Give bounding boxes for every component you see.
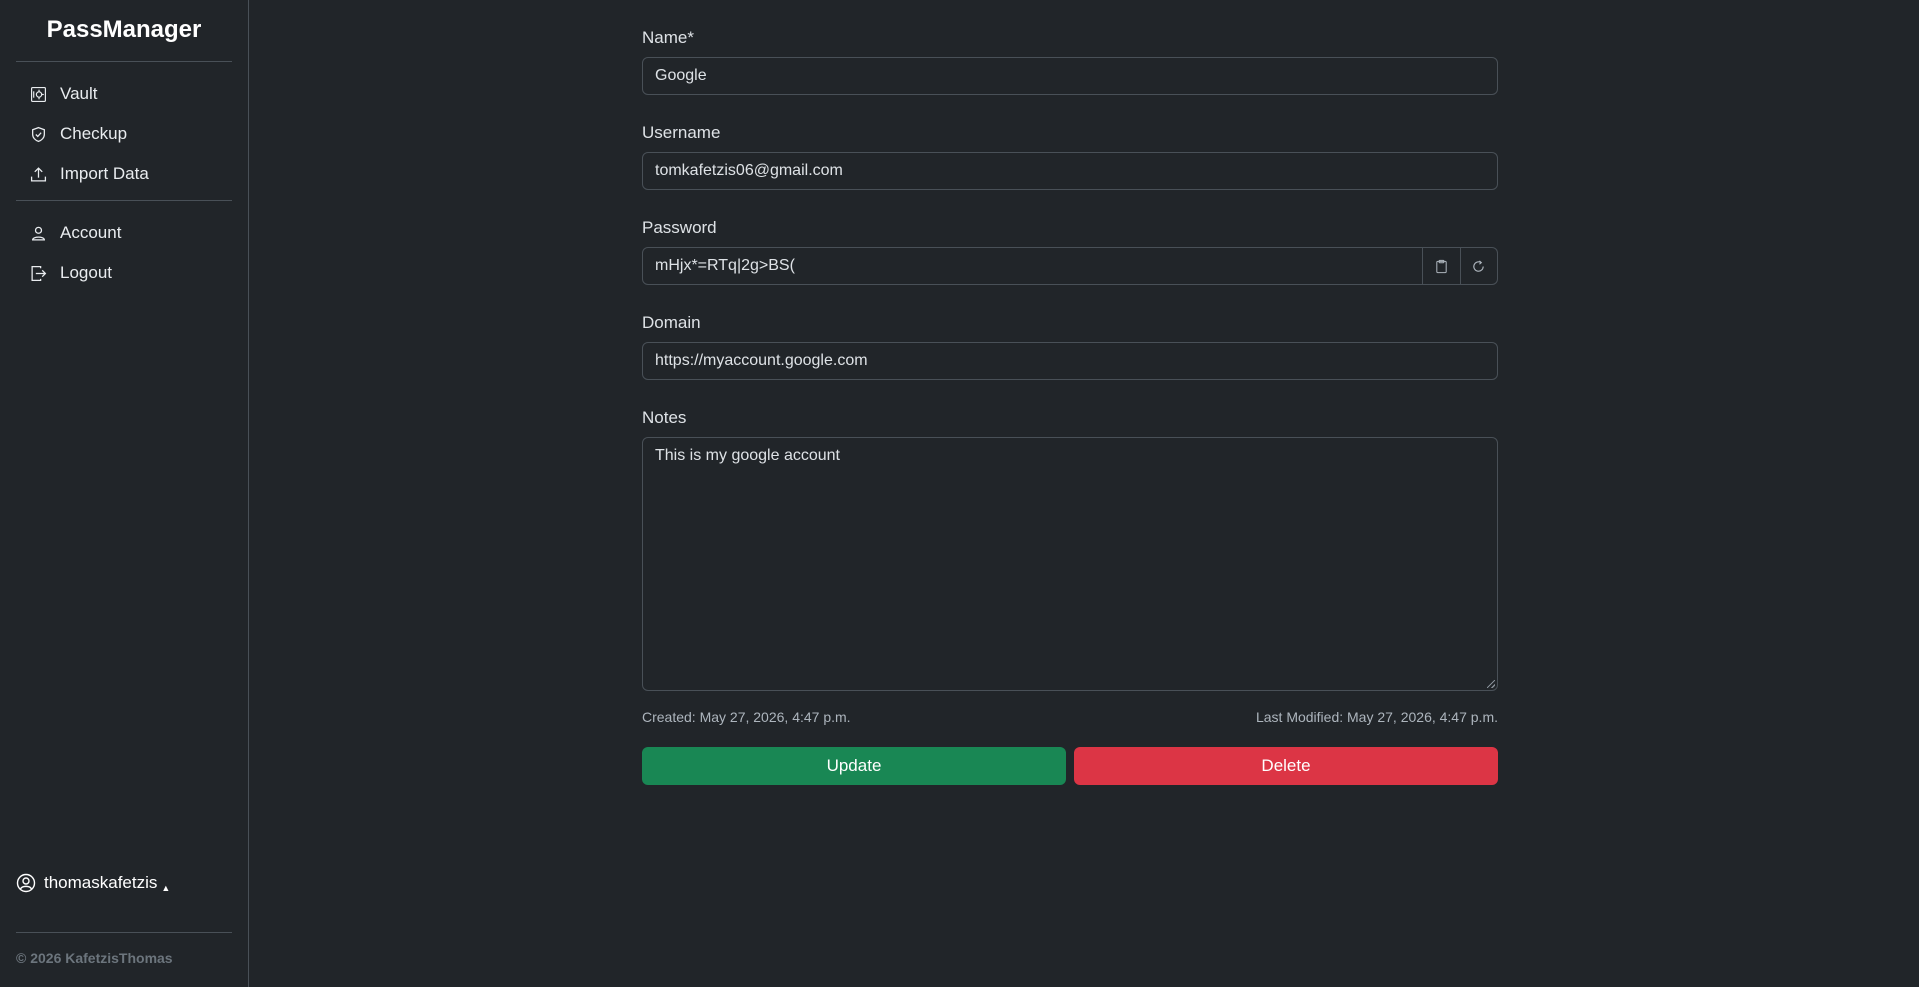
sidebar-nav: Vault Checkup Import Data <box>16 62 232 200</box>
caret-up-icon: ▲ <box>161 883 171 893</box>
generate-password-button[interactable] <box>1460 247 1498 285</box>
notes-label: Notes <box>642 408 687 427</box>
clipboard-icon <box>1434 259 1449 274</box>
main-content: Name* Google Username tomkafetzis06@gmai… <box>249 0 1919 987</box>
refresh-icon <box>1471 259 1486 274</box>
safe-icon <box>30 86 47 103</box>
timestamps: Created: May 27, 2026, 4:47 p.m. Last Mo… <box>642 709 1498 727</box>
notes-textarea[interactable]: This is my google account <box>642 437 1498 691</box>
user-circle-icon <box>16 873 36 893</box>
domain-input[interactable]: https://myaccount.google.com <box>642 342 1498 380</box>
username-field-label: Username <box>642 123 721 142</box>
sidebar-item-label: Vault <box>60 84 98 103</box>
brand-title: PassManager <box>16 0 232 62</box>
password-entry-form: Name* Google Username tomkafetzis06@gmai… <box>642 28 1498 785</box>
sidebar-item-import-data[interactable]: Import Data <box>16 154 232 194</box>
sidebar-item-account[interactable]: Account <box>16 213 232 253</box>
delete-button[interactable]: Delete <box>1074 747 1498 785</box>
shield-check-icon <box>30 126 47 143</box>
copyright: © 2026 KafetzisThomas <box>16 950 173 966</box>
app: PassManager Vault Checkup Import Data Ac… <box>0 0 1919 987</box>
sidebar-item-vault[interactable]: Vault <box>16 74 232 114</box>
created-timestamp: Created: May 27, 2026, 4:47 p.m. <box>642 709 851 725</box>
footer-divider <box>16 932 232 933</box>
domain-label: Domain <box>642 313 701 332</box>
name-input[interactable]: Google <box>642 57 1498 95</box>
password-label: Password <box>642 218 717 237</box>
resize-handle[interactable] <box>1487 680 1495 688</box>
sidebar-item-label: Logout <box>60 263 112 282</box>
password-input[interactable]: mHjx*=RTq|2g>BS( <box>642 247 1424 285</box>
sidebar-item-label: Account <box>60 223 122 242</box>
sidebar-item-label: Checkup <box>60 124 128 143</box>
notes-text: This is my google account <box>655 447 840 464</box>
upload-icon <box>30 166 47 183</box>
account-nav: Account Logout <box>16 201 232 299</box>
username-input[interactable]: tomkafetzis06@gmail.com <box>642 152 1498 190</box>
password-group: mHjx*=RTq|2g>BS( <box>642 247 1498 285</box>
sidebar-item-checkup[interactable]: Checkup <box>16 114 232 154</box>
username-label: thomaskafetzis <box>44 873 158 892</box>
modified-timestamp: Last Modified: May 27, 2026, 4:47 p.m. <box>1255 709 1498 725</box>
update-button[interactable]: Update <box>642 747 1066 785</box>
action-buttons: Update Delete <box>642 747 1498 785</box>
logout-icon <box>30 265 47 282</box>
copy-password-button[interactable] <box>1423 247 1461 285</box>
sidebar-item-logout[interactable]: Logout <box>16 253 232 293</box>
sidebar: PassManager Vault Checkup Import Data Ac… <box>0 0 249 987</box>
user-dropdown[interactable]: thomaskafetzis ▲ <box>16 873 170 893</box>
name-label: Name* <box>642 28 694 47</box>
sidebar-item-label: Import Data <box>60 164 149 183</box>
person-icon <box>30 225 47 242</box>
